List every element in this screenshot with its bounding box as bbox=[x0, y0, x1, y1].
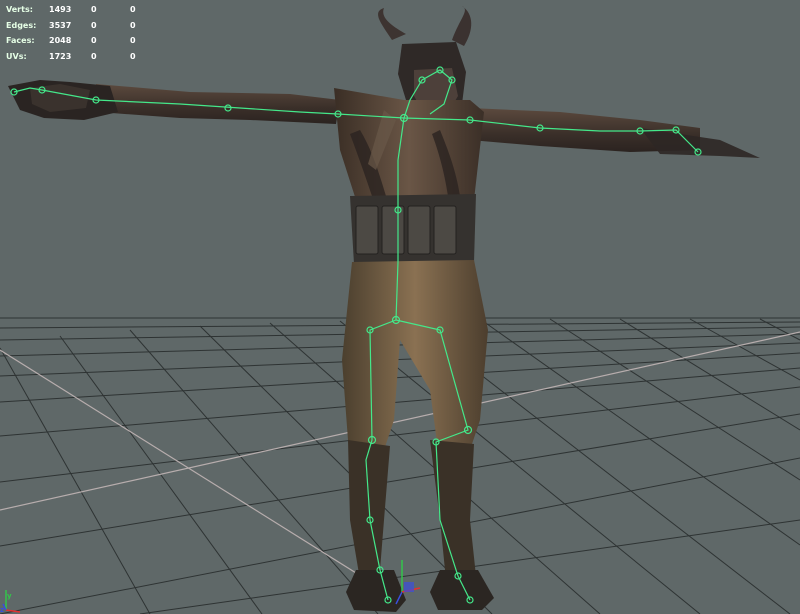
hud-total: 1723 bbox=[49, 51, 72, 61]
hud-label: Verts: bbox=[6, 5, 33, 14]
hud-uv: 0 bbox=[130, 20, 136, 30]
axis-z-label: z bbox=[0, 606, 4, 614]
hud-label: UVs: bbox=[6, 51, 27, 61]
hud-row-edges: Edges: 3537 0 0 bbox=[6, 18, 150, 34]
axis-y-label: y bbox=[7, 592, 12, 600]
hud-selected: 0 bbox=[91, 5, 97, 14]
pivot-manipulator-icon[interactable] bbox=[395, 560, 421, 605]
hud-total: 2048 bbox=[49, 36, 72, 45]
hud-uv: 0 bbox=[130, 36, 136, 45]
ground-grid-axes bbox=[0, 331, 800, 599]
hud-total: 1493 bbox=[49, 5, 72, 14]
hud-selected: 0 bbox=[91, 20, 97, 30]
hud-label: Faces: bbox=[6, 36, 35, 45]
hud-selected: 0 bbox=[91, 36, 97, 45]
poly-count-hud: Verts: 1493 0 0 Edges: 3537 0 0 Faces: 2… bbox=[6, 2, 150, 64]
hud-uv: 0 bbox=[130, 51, 136, 61]
hud-row-verts: Verts: 1493 0 0 bbox=[6, 2, 150, 18]
hud-selected: 0 bbox=[91, 51, 97, 61]
hud-uv: 0 bbox=[130, 5, 136, 14]
ground-grid bbox=[0, 317, 800, 614]
hud-row-uvs: UVs: 1723 0 0 bbox=[6, 49, 150, 65]
hud-label: Edges: bbox=[6, 20, 37, 30]
hud-row-faces: Faces: 2048 0 0 bbox=[6, 33, 150, 49]
perspective-viewport[interactable]: y z Verts: 1493 0 0 Edges: 3537 0 0 Face… bbox=[0, 0, 800, 614]
hud-total: 3537 bbox=[49, 20, 72, 30]
scene-canvas[interactable]: y z bbox=[0, 0, 800, 614]
character-mesh[interactable] bbox=[8, 6, 760, 612]
